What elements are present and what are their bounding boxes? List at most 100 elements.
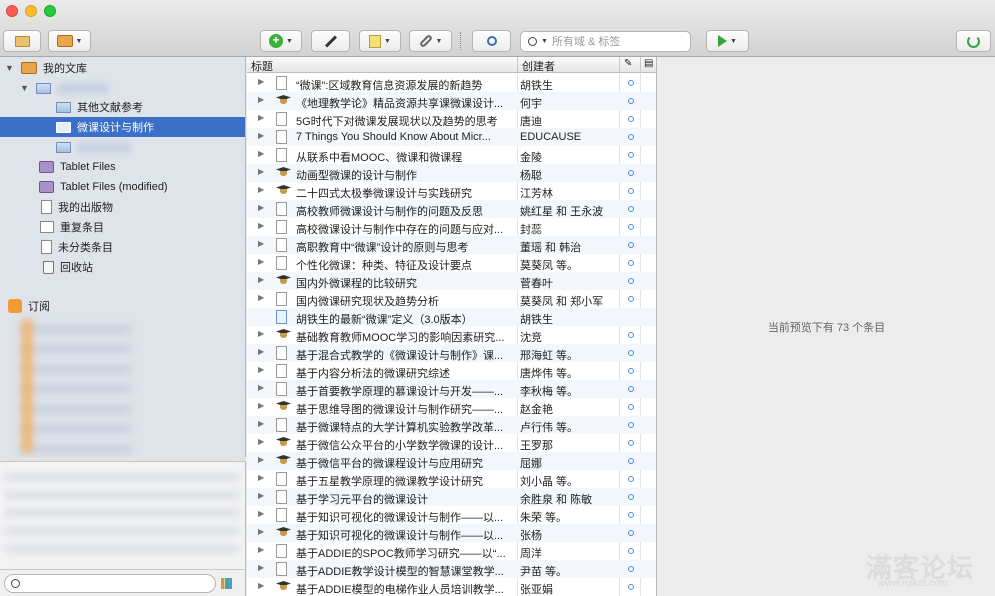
attachment-indicator-icon[interactable]	[628, 278, 634, 284]
expand-triangle-icon[interactable]: ▶	[258, 203, 264, 212]
expand-triangle-icon[interactable]: ▶	[258, 437, 264, 446]
expand-triangle-icon[interactable]: ▶	[258, 473, 264, 482]
attachment-indicator-icon[interactable]	[628, 584, 634, 590]
notes-column-icon[interactable]: ▤	[644, 58, 653, 69]
tree-item-my-publications[interactable]: 我的出版物	[41, 197, 113, 217]
minimize-window-button[interactable]	[25, 5, 37, 17]
expand-triangle-icon[interactable]: ▶	[258, 401, 264, 410]
attachment-indicator-icon[interactable]	[628, 206, 634, 212]
attachment-indicator-icon[interactable]	[628, 296, 634, 302]
table-row[interactable]: ▶ 《地理教学论》精品资源共享课微课设计... 何宇	[247, 92, 656, 110]
search-input[interactable]	[551, 35, 682, 48]
tree-item-duplicates[interactable]: 重复条目	[40, 217, 104, 237]
add-by-identifier-button[interactable]	[311, 30, 350, 52]
tree-item-tablet-files-modified[interactable]: Tablet Files (modified)	[39, 177, 168, 197]
attachment-indicator-icon[interactable]	[628, 566, 634, 572]
tree-item-blurred-subcollection[interactable]	[56, 137, 131, 157]
search-field[interactable]: ▼	[520, 31, 691, 52]
table-row[interactable]: ▶ 基于思维导图的微课设计与制作研究——... 赵金艳	[247, 398, 656, 416]
attachment-indicator-icon[interactable]	[628, 386, 634, 392]
add-attachment-button[interactable]: ▼	[409, 30, 452, 52]
table-row[interactable]: ▶ 国内微课研究现状及趋势分析 莫葵凤 和 郑小军	[247, 290, 656, 308]
attachment-indicator-icon[interactable]	[628, 170, 634, 176]
sync-button[interactable]	[956, 30, 991, 52]
new-item-button[interactable]: + ▼	[260, 30, 302, 52]
expand-triangle-icon[interactable]: ▶	[258, 185, 264, 194]
table-row[interactable]: ▶ 高校教师微课设计与制作的问题及反思 姚红星 和 王永波	[247, 200, 656, 218]
expand-triangle-icon[interactable]: ▶	[258, 365, 264, 374]
attachment-indicator-icon[interactable]	[628, 242, 634, 248]
expand-triangle-icon[interactable]: ▶	[258, 239, 264, 248]
table-row[interactable]: ▶ 从联系中看MOOC、微课和微课程 金陵	[247, 146, 656, 164]
attachment-indicator-icon[interactable]	[628, 530, 634, 536]
disclosure-triangle-icon[interactable]: ▼	[20, 83, 30, 93]
table-row[interactable]: ▶ 二十四式太极拳微课设计与实践研究 江芳林	[247, 182, 656, 200]
tree-item-unfiled[interactable]: 未分类条目	[41, 237, 113, 257]
attachments-column-icon[interactable]: ✎	[624, 58, 632, 69]
attachment-indicator-icon[interactable]	[628, 404, 634, 410]
table-row[interactable]: ▶ 基于内容分析法的微课研究综述 唐烨伟 等。	[247, 362, 656, 380]
column-divider[interactable]	[640, 57, 641, 73]
advanced-search-button[interactable]	[472, 30, 511, 52]
table-row[interactable]: ▶ 动画型微课的设计与制作 杨聪	[247, 164, 656, 182]
tree-item-blurred-collection[interactable]: ▼	[20, 78, 109, 98]
table-row[interactable]: ▶ 基于ADDIE的SPOC教师学习研究——以“... 周洋	[247, 542, 656, 560]
expand-triangle-icon[interactable]: ▶	[258, 509, 264, 518]
attachment-indicator-icon[interactable]	[628, 260, 634, 266]
tree-item-feeds[interactable]: 订阅	[8, 296, 50, 316]
expand-triangle-icon[interactable]: ▶	[258, 77, 264, 86]
column-divider[interactable]	[619, 57, 620, 73]
expand-triangle-icon[interactable]: ▶	[258, 95, 264, 104]
attachment-indicator-icon[interactable]	[628, 440, 634, 446]
attachment-indicator-icon[interactable]	[628, 116, 634, 122]
attachment-indicator-icon[interactable]	[628, 368, 634, 374]
table-row[interactable]: ▶ 基于ADDIE教学设计模型的智慧课堂教学... 尹苗 等。	[247, 560, 656, 578]
expand-triangle-icon[interactable]: ▶	[258, 527, 264, 536]
attachment-indicator-icon[interactable]	[628, 188, 634, 194]
attachment-indicator-icon[interactable]	[628, 476, 634, 482]
table-row[interactable]: ▶ 国内外微课程的比较研究 菅春叶	[247, 272, 656, 290]
tag-display-options-icon[interactable]	[221, 578, 232, 589]
new-library-button[interactable]: ▼	[48, 30, 91, 52]
table-row[interactable]: 胡铁生的最新“微课”定义（3.0版本） 胡铁生	[247, 308, 656, 326]
expand-triangle-icon[interactable]: ▶	[258, 293, 264, 302]
attachment-indicator-icon[interactable]	[628, 80, 634, 86]
table-row[interactable]: ▶ 基于ADDIE模型的电梯作业人员培训教学... 张亚娟	[247, 578, 656, 596]
table-row[interactable]: ▶ 7 Things You Should Know About Micr... E…	[247, 128, 656, 146]
expand-triangle-icon[interactable]: ▶	[258, 149, 264, 158]
expand-triangle-icon[interactable]: ▶	[258, 419, 264, 428]
zoom-window-button[interactable]	[44, 5, 56, 17]
tree-item-selected-collection[interactable]: 微课设计与制作	[0, 117, 245, 137]
attachment-indicator-icon[interactable]	[628, 134, 634, 140]
new-collection-button[interactable]	[3, 30, 41, 52]
attachment-indicator-icon[interactable]	[628, 224, 634, 230]
expand-triangle-icon[interactable]: ▶	[258, 113, 264, 122]
column-divider[interactable]	[517, 57, 518, 73]
disclosure-triangle-icon[interactable]: ▼	[5, 63, 15, 73]
tag-search-input[interactable]	[24, 576, 204, 591]
new-note-button[interactable]: ▼	[359, 30, 401, 52]
attachment-indicator-icon[interactable]	[628, 152, 634, 158]
attachment-indicator-icon[interactable]	[628, 422, 634, 428]
table-row[interactable]: ▶ 基于知识可视化的微课设计与制作——以... 张杨	[247, 524, 656, 542]
expand-triangle-icon[interactable]: ▶	[258, 383, 264, 392]
expand-triangle-icon[interactable]: ▶	[258, 491, 264, 500]
attachment-indicator-icon[interactable]	[628, 332, 634, 338]
tree-item-my-library[interactable]: ▼ 我的文库	[5, 58, 87, 78]
table-row[interactable]: ▶ 高职教育中“微课”设计的原则与思考 董瑶 和 韩治	[247, 236, 656, 254]
expand-triangle-icon[interactable]: ▶	[258, 455, 264, 464]
expand-triangle-icon[interactable]: ▶	[258, 329, 264, 338]
locate-button[interactable]: ▼	[706, 30, 749, 52]
table-row[interactable]: ▶ 高校微课设计与制作中存在的问题与应对... 封蕊	[247, 218, 656, 236]
tag-search-field[interactable]	[4, 574, 216, 593]
expand-triangle-icon[interactable]: ▶	[258, 167, 264, 176]
close-window-button[interactable]	[6, 5, 18, 17]
table-row[interactable]: ▶ “微课”:区域教育信息资源发展的新趋势 胡铁生	[247, 74, 656, 92]
attachment-indicator-icon[interactable]	[628, 458, 634, 464]
expand-triangle-icon[interactable]: ▶	[258, 221, 264, 230]
table-row[interactable]: ▶ 5G时代下对微课发展现状以及趋势的思考 唐迪	[247, 110, 656, 128]
attachment-indicator-icon[interactable]	[628, 548, 634, 554]
tree-item-tablet-files[interactable]: Tablet Files	[39, 157, 116, 177]
expand-triangle-icon[interactable]: ▶	[258, 275, 264, 284]
table-row[interactable]: ▶ 基于知识可视化的微课设计与制作——以... 朱荣 等。	[247, 506, 656, 524]
